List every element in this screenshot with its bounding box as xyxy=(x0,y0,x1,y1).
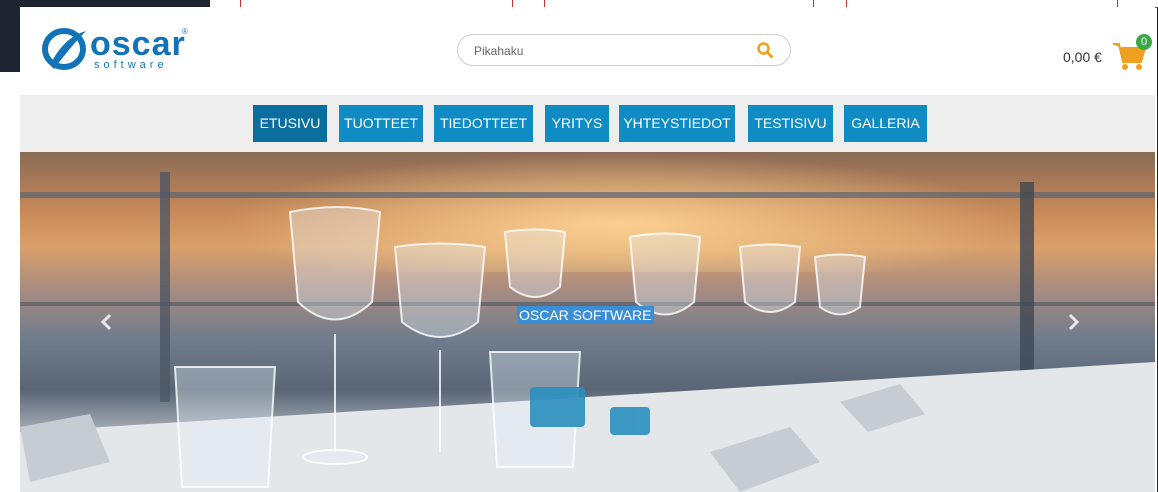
nav-item-tiedotteet[interactable]: TIEDOTTEET xyxy=(434,105,533,142)
oscar-logo-icon xyxy=(42,28,86,70)
chevron-right-icon[interactable] xyxy=(1066,312,1082,332)
top-divider xyxy=(512,0,513,7)
logo-registered-mark: ® xyxy=(182,27,188,36)
search-icon[interactable] xyxy=(756,41,774,59)
logo-tagline: software xyxy=(94,59,168,71)
search-box xyxy=(457,34,791,66)
hero-slider: OSCAR SOFTWARE xyxy=(20,152,1155,492)
nav-item-galleria[interactable]: GALLERIA xyxy=(844,105,927,142)
logo-wordmark: oscar xyxy=(90,25,186,63)
page-frame: oscar ® software 0,00 € 0 ETUSIVU TUOTTE… xyxy=(20,7,1155,492)
cart-total: 0,00 € xyxy=(1063,49,1102,65)
top-divider xyxy=(544,0,545,7)
hero-caption: OSCAR SOFTWARE xyxy=(517,306,654,324)
nav-item-yhteystiedot[interactable]: YHTEYSTIEDOT xyxy=(619,105,735,142)
top-divider xyxy=(1117,0,1118,7)
chevron-left-icon[interactable] xyxy=(98,312,114,332)
logo[interactable]: oscar ® software xyxy=(42,25,192,75)
top-divider xyxy=(813,0,814,7)
top-divider xyxy=(846,0,847,7)
nav-item-testisivu[interactable]: TESTISIVU xyxy=(748,105,833,142)
cart-button[interactable]: 0 xyxy=(1112,34,1152,70)
background-left-strip xyxy=(0,72,20,492)
main-navigation: ETUSIVU TUOTTEET TIEDOTTEET YRITYS YHTEY… xyxy=(20,95,1155,152)
top-divider xyxy=(240,0,241,7)
cart-count-badge: 0 xyxy=(1136,34,1152,50)
search-input[interactable] xyxy=(472,41,746,61)
site-header: oscar ® software 0,00 € 0 xyxy=(20,7,1155,95)
nav-item-etusivu[interactable]: ETUSIVU xyxy=(253,105,327,142)
nav-item-yritys[interactable]: YRITYS xyxy=(545,105,609,142)
nav-item-tuotteet[interactable]: TUOTTEET xyxy=(339,105,423,142)
